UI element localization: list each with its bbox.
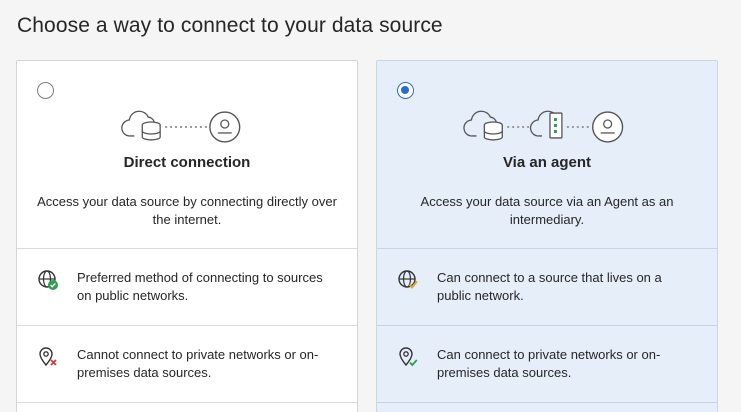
feature-item: Can connect to a source that lives on a … [377,249,717,325]
cloud-database-icon [121,110,161,141]
divider [377,402,717,403]
cloud-agent-icon [529,110,563,139]
feature-text: Can connect to private networks or on-pr… [437,347,661,380]
direct-connection-diagram [121,110,241,143]
globe-check-icon [398,270,418,289]
feature-text: Can connect to a source that lives on a … [437,270,662,303]
location-blocked-icon [39,347,57,367]
feature-text: Cannot connect to private networks or on… [77,347,319,380]
via-agent-diagram [463,110,624,143]
feature-item: Preferred method of connecting to source… [17,249,357,325]
option-title: Direct connection [123,154,251,171]
globe-check-icon [38,270,58,290]
user-node-icon [592,111,624,143]
radio-direct-connection[interactable] [37,82,54,99]
option-title: Via an agent [502,154,592,171]
feature-item: Cannot connect to private networks or on… [17,326,357,402]
user-node-icon [209,111,241,143]
feature-item: Can connect to private networks or on-pr… [377,326,717,402]
option-card-via-agent[interactable]: Via an agent Access your data source via… [376,60,718,412]
divider [17,402,357,403]
option-card-direct-connection[interactable]: Direct connection Access your data sourc… [16,60,358,412]
page-title: Choose a way to connect to your data sou… [17,14,443,37]
option-description: Access your data source via an Agent as … [420,194,674,227]
location-check-icon [399,347,418,367]
cloud-database-icon [463,110,503,141]
radio-via-agent[interactable] [397,82,414,99]
option-description: Access your data source by connecting di… [37,194,337,227]
feature-text: Preferred method of connecting to source… [77,270,323,303]
